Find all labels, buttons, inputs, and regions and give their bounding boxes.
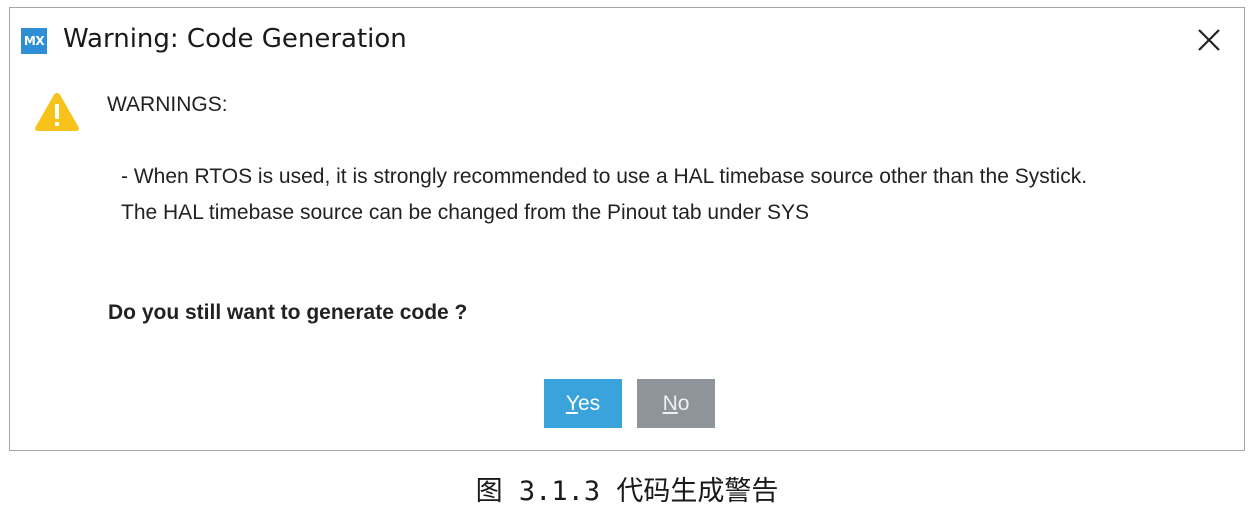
no-button[interactable]: No — [637, 379, 715, 428]
warning-message-line: The HAL timebase source can be changed f… — [121, 201, 809, 224]
warnings-heading: WARNINGS: — [107, 93, 228, 116]
stm32cubemx-app-icon: MX — [21, 28, 47, 54]
dialog-titlebar: MX Warning: Code Generation — [10, 8, 1244, 68]
warning-message-line: - When RTOS is used, it is strongly reco… — [121, 165, 1088, 188]
close-button[interactable] — [1194, 25, 1224, 55]
figure-caption: 图 3.1.3 代码生成警告 — [475, 476, 779, 507]
no-mnemonic: N — [662, 392, 678, 415]
no-label-rest: o — [677, 392, 690, 415]
yes-button[interactable]: Yes — [544, 379, 622, 428]
warning-triangle-icon — [35, 93, 79, 131]
close-icon — [1198, 29, 1220, 51]
code-generation-warning-dialog: MX Warning: Code Generation WARNINGS: - … — [9, 7, 1245, 451]
confirmation-question: Do you still want to generate code ? — [108, 301, 468, 324]
warning-message: - When RTOS is used, it is strongly reco… — [121, 159, 1087, 231]
dialog-title: Warning: Code Generation — [63, 24, 407, 54]
yes-mnemonic: Y — [565, 392, 578, 415]
yes-label-rest: es — [577, 392, 601, 415]
